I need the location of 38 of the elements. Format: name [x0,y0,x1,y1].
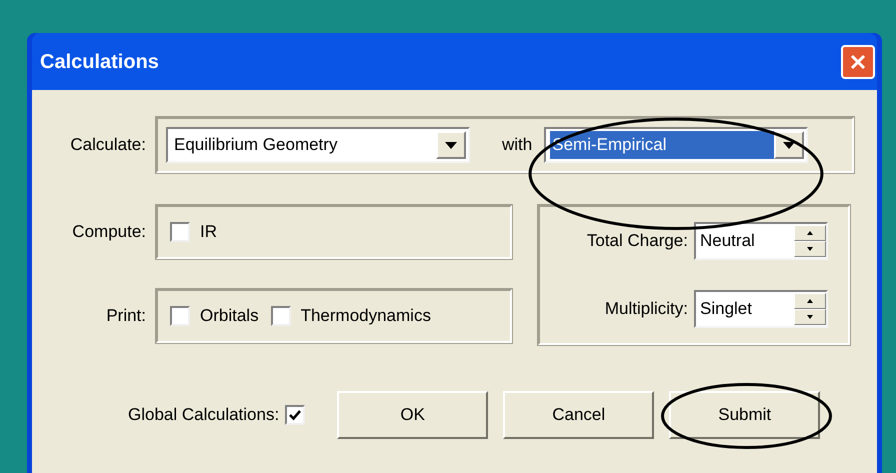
field-label: Global Calculations: [128,404,280,426]
spinner-value: Neutral [700,230,756,252]
field-label: Total Charge: [586,230,688,252]
dropdown-value: Equilibrium Geometry [173,134,338,156]
checkbox[interactable] [270,306,291,326]
up-arrow-icon [807,299,813,303]
dialog-button[interactable]: Cancel [503,391,654,439]
spinner-field[interactable]: Singlet [694,290,828,328]
close-icon [849,52,867,70]
checkbox-label: Orbitals [200,305,259,328]
spin-buttons[interactable] [794,293,826,325]
checkbox-label: IR [200,221,217,244]
down-arrow-icon [807,315,813,319]
down-arrow-icon [807,247,813,251]
dialog-button[interactable]: OK [337,391,488,439]
dropdown-field[interactable]: Equilibrium Geometry [166,127,470,163]
spinner-field[interactable]: Neutral [694,222,828,260]
check-icon [289,409,302,421]
checkbox[interactable] [285,405,306,425]
up-arrow-icon [807,231,813,235]
checkbox[interactable] [170,306,190,326]
close-button[interactable] [841,44,875,78]
checkbox-label: Thermodynamics [300,305,431,328]
field-label: Multiplicity: [604,298,688,320]
caret-icon [445,142,457,148]
window-title: Calculations [40,50,159,74]
with-label: with [502,134,532,156]
field-label: Calculate: [69,134,147,156]
spinner-value: Singlet [700,298,753,320]
field-label: Print: [105,305,147,328]
field-label: Compute: [71,221,147,244]
spin-buttons[interactable] [794,225,826,257]
dropdown-arrow-button[interactable] [436,131,466,159]
dialog-button[interactable]: Submit [669,391,820,439]
caret-icon [783,142,796,148]
dropdown-field[interactable]: Semi-Empirical [544,127,808,163]
dropdown-value: Semi-Empirical [550,131,774,159]
checkbox[interactable] [170,222,190,242]
